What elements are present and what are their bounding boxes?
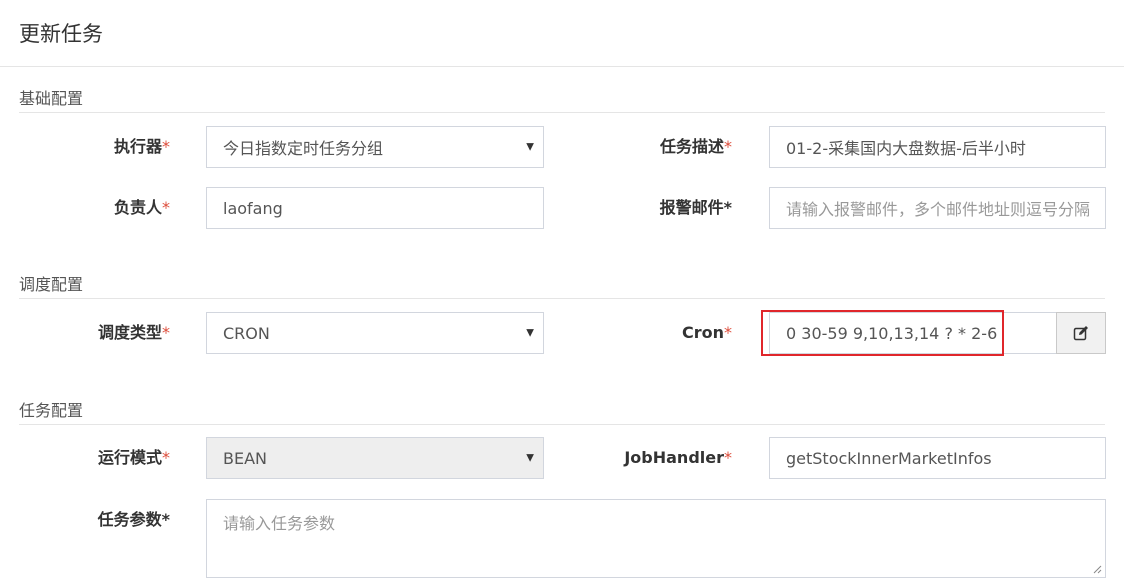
author-label: 负责人* xyxy=(113,198,170,217)
resize-grip-icon[interactable] xyxy=(1093,565,1102,574)
section-title-basic: 基础配置 xyxy=(19,89,84,108)
section-divider xyxy=(19,298,1105,299)
job-desc-label: 任务描述* xyxy=(659,137,732,156)
cron-input[interactable]: 0 30-59 9,10,13,14 ? * 2-6 xyxy=(769,312,1057,354)
cron-label: Cron* xyxy=(681,323,732,342)
alarm-email-input[interactable]: 请输入报警邮件，多个邮件地址则逗号分隔 xyxy=(769,187,1106,229)
executor-select[interactable]: 今日指数定时任务分组 ▼ xyxy=(206,126,544,168)
job-param-label: 任务参数* xyxy=(97,510,170,529)
header-divider xyxy=(0,66,1124,67)
job-desc-input[interactable]: 01-2-采集国内大盘数据-后半小时 xyxy=(769,126,1106,168)
cron-edit-button[interactable] xyxy=(1056,312,1106,354)
job-param-textarea[interactable]: 请输入任务参数 xyxy=(206,499,1106,578)
modal-title: 更新任务 xyxy=(19,22,103,46)
schedule-type-value: CRON xyxy=(223,323,270,343)
run-mode-label: 运行模式* xyxy=(97,448,170,467)
section-divider xyxy=(19,424,1105,425)
job-handler-label: JobHandler* xyxy=(624,448,732,467)
section-title-schedule: 调度配置 xyxy=(19,275,84,294)
edit-icon xyxy=(1073,326,1088,341)
caret-down-icon: ▼ xyxy=(526,452,534,464)
run-mode-select: BEAN ▼ xyxy=(206,437,544,479)
section-divider xyxy=(19,112,1105,113)
run-mode-value: BEAN xyxy=(223,448,267,468)
alarm-email-label: 报警邮件* xyxy=(659,198,732,217)
caret-down-icon: ▼ xyxy=(526,141,534,153)
executor-select-value: 今日指数定时任务分组 xyxy=(223,139,384,158)
job-param-placeholder: 请输入任务参数 xyxy=(223,514,336,533)
caret-down-icon: ▼ xyxy=(526,327,534,339)
author-input[interactable]: laofang xyxy=(206,187,544,229)
schedule-type-select[interactable]: CRON ▼ xyxy=(206,312,544,354)
schedule-type-label: 调度类型* xyxy=(97,323,170,342)
section-title-task: 任务配置 xyxy=(19,401,84,420)
executor-label: 执行器* xyxy=(113,137,170,156)
job-handler-input[interactable]: getStockInnerMarketInfos xyxy=(769,437,1106,479)
